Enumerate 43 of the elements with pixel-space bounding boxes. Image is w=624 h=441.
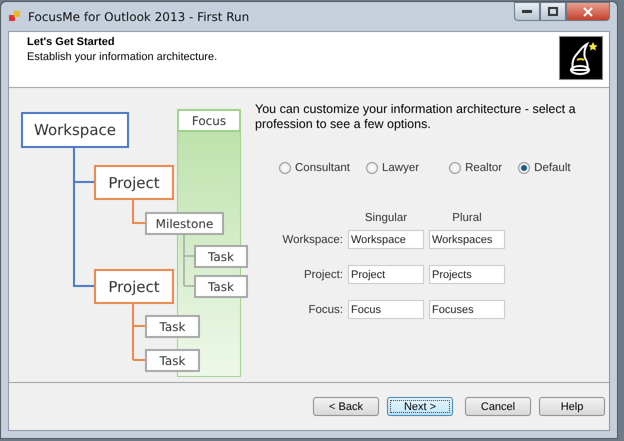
project-node: Project <box>94 165 174 200</box>
profession-radio[interactable]: Default <box>518 162 571 174</box>
page-title: Let's Get Started <box>27 36 116 48</box>
minimize-button[interactable] <box>514 2 540 21</box>
project-node: Project <box>94 269 174 304</box>
workspace-node: Workspace <box>21 112 129 148</box>
task-node: Task <box>194 245 248 268</box>
field-label: Workspace: <box>281 234 343 246</box>
field-label: Focus: <box>307 304 343 316</box>
singular-field[interactable]: Project <box>348 265 424 284</box>
milestone-node: Milestone <box>145 212 224 235</box>
column-header: Plural <box>451 212 483 224</box>
maximize-icon <box>548 7 558 16</box>
connector-line <box>183 234 195 287</box>
minimize-icon <box>522 10 532 14</box>
intro-text: You can customize your information architecture - select a profession to see a few options. <box>255 102 577 132</box>
close-button[interactable] <box>566 2 610 21</box>
profession-radio[interactable]: Consultant <box>279 162 350 174</box>
column-header: Singular <box>364 212 408 224</box>
wizard-button[interactable]: < Back <box>313 397 379 416</box>
connector-line <box>132 303 146 361</box>
wizard-button[interactable]: Next > <box>387 397 453 416</box>
profession-radio[interactable]: Realtor <box>449 162 502 174</box>
singular-field[interactable]: Focus <box>348 300 424 319</box>
task-node: Task <box>145 349 200 372</box>
field-label: Project: <box>303 268 343 280</box>
plural-field[interactable]: Projects <box>429 265 505 284</box>
maximize-button[interactable] <box>540 2 566 21</box>
task-node: Task <box>145 315 200 338</box>
wizard-button[interactable]: Cancel <box>465 397 531 416</box>
task-node: Task <box>194 275 248 298</box>
page-subtitle: Establish your information architecture. <box>27 51 218 63</box>
plural-field[interactable]: Workspaces <box>429 230 505 249</box>
wizard-hat-logo <box>559 36 603 80</box>
connector-line <box>132 200 145 224</box>
close-icon <box>583 6 593 16</box>
app-icon <box>8 10 22 24</box>
plural-field[interactable]: Focuses <box>429 300 505 319</box>
wizard-button[interactable]: Help <box>539 397 605 416</box>
profession-radio[interactable]: Lawyer <box>366 162 420 174</box>
singular-field[interactable]: Workspace <box>348 230 424 249</box>
focus-header: Focus <box>177 109 241 132</box>
window-title: FocusMe for Outlook 2013 - First Run <box>28 10 250 24</box>
